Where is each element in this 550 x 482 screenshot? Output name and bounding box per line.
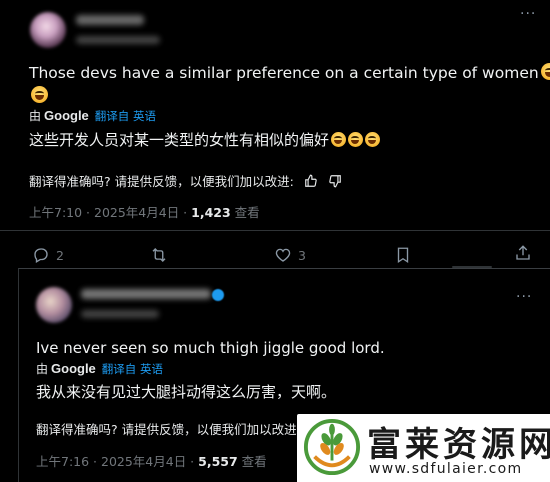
translated-text: 这些开发人员对某一类型的女性有相似的偏好: [29, 129, 381, 150]
heart-icon: [275, 248, 291, 262]
avatar[interactable]: [36, 287, 72, 323]
tweet-text-continued: [29, 86, 48, 105]
views-label: 查看: [237, 454, 267, 469]
translation-feedback: 翻译得准确吗? 请提供反馈，以便我们加以改进:: [29, 171, 342, 190]
like-count: 3: [298, 247, 306, 263]
view-count: 5,557: [198, 454, 238, 469]
laughing-emoji: [31, 86, 48, 103]
handle-blurred[interactable]: [76, 36, 160, 44]
watermark: 富莱资源网 www.sdfulaier.com: [297, 414, 550, 482]
timestamp-text[interactable]: 上午7:16 · 2025年4月4日 ·: [36, 454, 198, 469]
handle-blurred[interactable]: [81, 310, 159, 318]
translated-text: 我从来没有见过大腿抖动得这么厉害，天啊。: [36, 381, 336, 402]
laughing-emoji: [365, 132, 381, 147]
translated-text-body: 这些开发人员对某一类型的女性有相似的偏好: [29, 131, 330, 149]
reply-button[interactable]: 2: [32, 246, 64, 264]
google-logo: Google: [44, 108, 89, 123]
tweet-timestamp[interactable]: 上午7:16 · 2025年4月4日 · 5,557 查看: [36, 451, 267, 470]
google-logo: Google: [51, 361, 96, 376]
display-name-blurred[interactable]: [76, 15, 144, 25]
divider: [0, 230, 550, 231]
bookmark-button[interactable]: [394, 246, 412, 264]
retweet-icon: [152, 248, 166, 262]
reply-count: 2: [56, 247, 64, 263]
wheat-logo-icon: [303, 418, 361, 476]
timestamp-text[interactable]: 上午7:10 · 2025年4月4日 ·: [29, 205, 191, 220]
translated-text-body: 我从来没有见过大腿抖动得这么厉害，天啊。: [36, 383, 337, 401]
grinning-sweat-emoji: [331, 132, 347, 147]
retweet-button[interactable]: [150, 246, 168, 264]
verified-badge-icon: [212, 289, 224, 301]
thumbs-up-icon[interactable]: [304, 174, 318, 188]
more-icon[interactable]: ···: [516, 289, 532, 305]
tweet-card: ··· Those devs have a similar preference…: [0, 0, 550, 268]
feedback-label: 翻译得准确吗? 请提供反馈，以便我们加以改进:: [36, 422, 301, 437]
translated-by: 由 Google 翻译自 英语: [36, 360, 163, 377]
laughing-emoji: [348, 132, 364, 147]
thumbs-down-icon[interactable]: [328, 174, 342, 188]
share-button[interactable]: [514, 244, 532, 262]
avatar[interactable]: [30, 12, 66, 48]
translated-by: 由 Google 翻译自 英语: [29, 107, 156, 124]
tweet-text-english: Ive never seen so much thigh jiggle good…: [36, 339, 385, 357]
feedback-label: 翻译得准确吗? 请提供反馈，以便我们加以改进:: [29, 174, 294, 189]
watermark-url: www.sdfulaier.com: [369, 461, 523, 477]
like-button[interactable]: 3: [274, 246, 306, 264]
tweet-text: Those devs have a similar preference on …: [29, 63, 550, 82]
view-count: 1,423: [191, 205, 231, 220]
translated-prefix: 由: [29, 109, 42, 123]
grinning-sweat-emoji: [540, 63, 550, 80]
tweet-text-english: Those devs have a similar preference on …: [29, 64, 539, 82]
translation-feedback: 翻译得准确吗? 请提供反馈，以便我们加以改进:: [36, 419, 301, 438]
display-name-blurred[interactable]: [81, 289, 211, 299]
reply-icon: [34, 248, 48, 263]
translated-source-link[interactable]: 翻译自 英语: [95, 108, 156, 124]
watermark-title: 富莱资源网: [367, 425, 550, 465]
views-label: 查看: [230, 205, 260, 220]
translated-source-link[interactable]: 翻译自 英语: [102, 361, 163, 377]
tweet-text: Ive never seen so much thigh jiggle good…: [36, 339, 385, 357]
tweet-timestamp[interactable]: 上午7:10 · 2025年4月4日 · 1,423 查看: [29, 202, 260, 221]
bookmark-icon: [397, 247, 409, 264]
more-icon[interactable]: ···: [520, 6, 536, 22]
share-icon: [516, 245, 530, 260]
translated-prefix: 由: [36, 362, 49, 376]
